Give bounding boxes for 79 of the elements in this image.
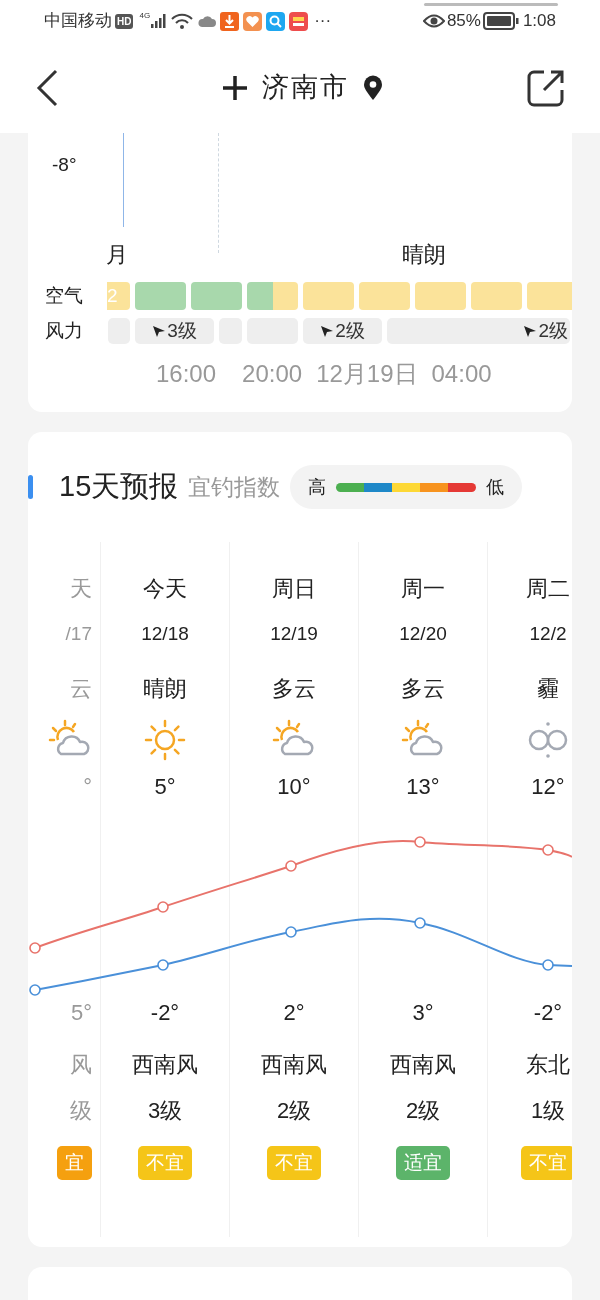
low-temperature: 3° xyxy=(412,999,434,1026)
air-quality-label: 空气 xyxy=(44,283,84,308)
wifi-icon xyxy=(171,13,194,29)
date-label: 12/18 xyxy=(141,622,189,646)
day-label: 周日 xyxy=(272,575,316,602)
fishing-badge: 适宜 xyxy=(396,1146,450,1180)
more-notifications: ··· xyxy=(314,10,332,33)
wind-direction: 西南风 xyxy=(390,1051,456,1078)
high-temperature: 5° xyxy=(154,773,176,800)
heart-app-icon xyxy=(243,11,263,31)
date-label: 12/19 xyxy=(270,622,318,646)
wind-level: 2级 xyxy=(335,318,365,343)
day-label: 天 xyxy=(70,575,92,602)
wind-direction: 西南风 xyxy=(132,1051,198,1078)
condition-label: 晴朗 xyxy=(402,241,446,269)
fishing-badge: 宜 xyxy=(57,1146,92,1180)
battery-icon xyxy=(482,12,519,30)
high-temperature: 13° xyxy=(406,773,440,800)
time-label: 16:00 xyxy=(156,359,217,389)
wind-direction: 东北 xyxy=(526,1051,570,1078)
legend-low-label: 低 xyxy=(486,475,505,499)
day-label: 今天 xyxy=(143,575,187,602)
search-app-icon xyxy=(266,11,286,31)
low-temperature: -2° xyxy=(533,999,563,1026)
date-label: 12/2 xyxy=(529,622,567,646)
wind-level: 3级 xyxy=(147,1097,183,1124)
wind-level: 2级 xyxy=(538,318,568,343)
fishing-badge: 不宜 xyxy=(267,1146,321,1180)
date-label: 12/20 xyxy=(399,622,447,646)
temperature-label: -8° xyxy=(52,153,77,177)
weather-condition: 晴朗 xyxy=(143,675,187,702)
wind-level: 级 xyxy=(70,1097,92,1124)
high-temperature: ° xyxy=(83,773,92,800)
date-label: /17 xyxy=(65,622,92,646)
wind-direction-icon xyxy=(152,324,167,338)
wind-direction-icon xyxy=(523,324,538,338)
weather-condition: 多云 xyxy=(272,675,316,702)
battery-percent: 85% xyxy=(446,10,481,33)
high-temperature: 10° xyxy=(277,773,311,800)
fishing-badge: 不宜 xyxy=(138,1146,192,1180)
location-pin-icon xyxy=(362,74,383,101)
wind-level: 3级 xyxy=(167,318,197,343)
wind-label: 风力 xyxy=(44,318,84,343)
wind-level: 1级 xyxy=(530,1097,566,1124)
low-temperature: 2° xyxy=(283,999,305,1026)
sun-icon xyxy=(143,718,187,762)
fishing-badge: 不宜 xyxy=(521,1146,572,1180)
app-icon xyxy=(289,11,309,31)
wind-direction: 西南风 xyxy=(261,1051,327,1078)
day-label: 周一 xyxy=(401,575,445,602)
cloud-icon xyxy=(198,15,217,27)
weather-condition: 多云 xyxy=(401,675,445,702)
time-label: 20:00 xyxy=(242,359,303,389)
section-title: 15天预报 xyxy=(59,469,179,505)
weather-condition: 云 xyxy=(70,675,92,702)
clock-time: 1:08 xyxy=(522,10,556,33)
eye-icon xyxy=(422,14,445,28)
wind-direction: 风 xyxy=(70,1051,92,1078)
download-app-icon xyxy=(220,11,240,31)
network-type: 4G xyxy=(139,10,151,22)
low-temperature: 5° xyxy=(70,999,92,1026)
condition-label: 月 xyxy=(106,241,128,269)
time-label: 12月19日 xyxy=(316,359,418,389)
signal-icon xyxy=(151,14,168,28)
wind-direction-icon xyxy=(320,324,335,338)
fishing-index-label: 宜钓指数 xyxy=(188,472,281,502)
high-temperature: 12° xyxy=(531,773,565,800)
day-label: 周二 xyxy=(526,575,570,602)
time-label: 04:00 xyxy=(431,359,492,389)
city-name: 济南市 xyxy=(261,71,349,105)
low-temperature: -2° xyxy=(150,999,180,1026)
section-accent-bar xyxy=(28,475,33,499)
wind-level: 2级 xyxy=(276,1097,312,1124)
air-quality-bar: 2 xyxy=(107,282,130,310)
weather-condition: 霾 xyxy=(537,675,559,702)
hd-badge: HD xyxy=(115,13,134,29)
legend-high-label: 高 xyxy=(308,475,327,499)
wind-level: 2级 xyxy=(405,1097,441,1124)
carrier-name: 中国移动 xyxy=(44,10,112,33)
